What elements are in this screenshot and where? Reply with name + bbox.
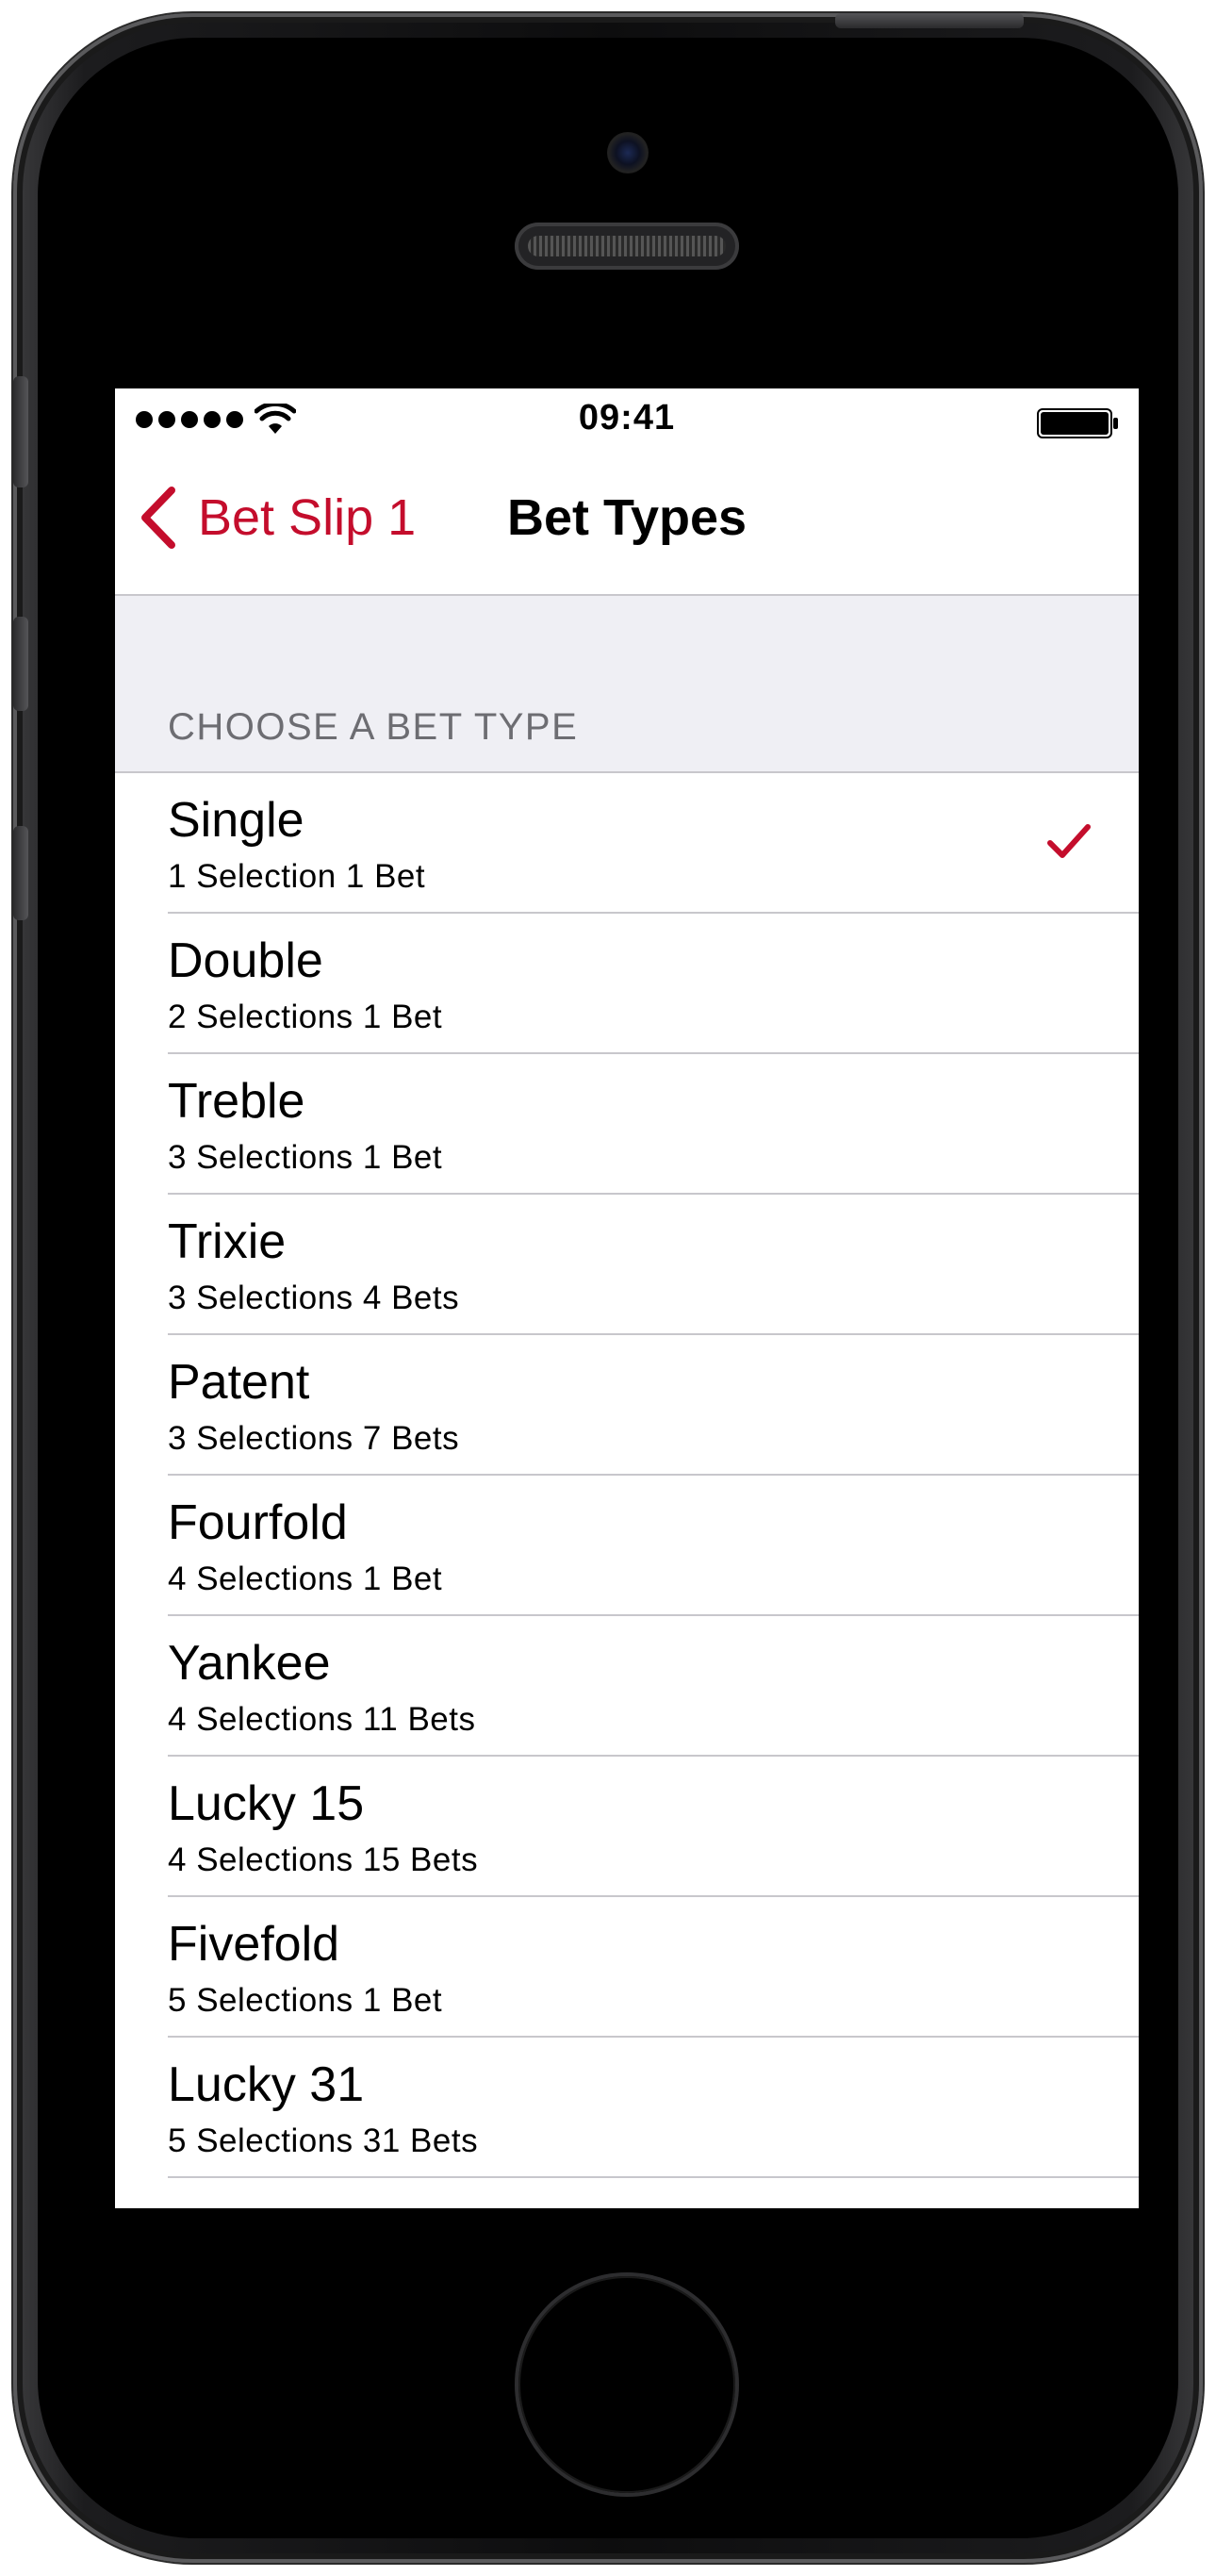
bet-type-name: Patent xyxy=(168,1355,310,1410)
volume-up-button xyxy=(13,617,28,711)
bet-type-name: Lucky 31 xyxy=(168,2057,365,2112)
power-button xyxy=(835,13,1024,28)
bet-type-description: 3 Selections 1 Bet xyxy=(168,1139,443,1176)
bet-type-list: Single 1 Selection 1 Bet Double 2 Select… xyxy=(115,773,1139,2178)
bet-type-name: Lucky 15 xyxy=(168,1776,365,1831)
bet-type-row-single[interactable]: Single 1 Selection 1 Bet xyxy=(115,773,1139,914)
front-camera xyxy=(607,132,649,173)
earpiece-speaker xyxy=(515,223,739,270)
bet-type-name: Trixie xyxy=(168,1214,287,1269)
bet-type-row-yankee[interactable]: Yankee 4 Selections 11 Bets xyxy=(115,1616,1139,1757)
bet-type-name: Single xyxy=(168,793,304,848)
bet-type-description: 3 Selections 4 Bets xyxy=(168,1280,460,1316)
phone-device: 09:41 Bet Slip 1 Bet Types CHOOSE A BET … xyxy=(13,13,1203,2563)
bet-type-description: 3 Selections 7 Bets xyxy=(168,1420,460,1457)
checkmark-icon xyxy=(1047,824,1091,858)
bet-type-description: 4 Selections 11 Bets xyxy=(168,1701,476,1738)
bet-type-row-fourfold[interactable]: Fourfold 4 Selections 1 Bet xyxy=(115,1476,1139,1616)
navigation-bar: Bet Slip 1 Bet Types xyxy=(115,454,1139,596)
bet-type-description: 4 Selections 15 Bets xyxy=(168,1841,479,1878)
bet-type-row-double[interactable]: Double 2 Selections 1 Bet xyxy=(115,914,1139,1054)
bet-type-row-lucky-31[interactable]: Lucky 31 5 Selections 31 Bets xyxy=(115,2038,1139,2178)
bet-type-name: Yankee xyxy=(168,1636,331,1691)
home-button[interactable] xyxy=(518,2276,735,2493)
volume-down-button xyxy=(13,826,28,920)
battery-icon xyxy=(1037,408,1118,438)
bet-type-name: Treble xyxy=(168,1074,305,1129)
bet-type-name: Fivefold xyxy=(168,1917,340,1972)
bet-type-name: Fourfold xyxy=(168,1495,348,1550)
bet-type-description: 4 Selections 1 Bet xyxy=(168,1560,443,1597)
mute-switch xyxy=(13,376,28,487)
page-title: Bet Types xyxy=(506,489,748,546)
section-header-label: CHOOSE A BET TYPE xyxy=(168,706,579,748)
section-header: CHOOSE A BET TYPE xyxy=(115,596,1139,773)
bet-type-description: 1 Selection 1 Bet xyxy=(168,858,426,895)
bet-type-row-patent[interactable]: Patent 3 Selections 7 Bets xyxy=(115,1335,1139,1476)
bet-type-description: 5 Selections 31 Bets xyxy=(168,2122,479,2159)
bet-type-description: 2 Selections 1 Bet xyxy=(168,999,443,1035)
status-time: 09:41 xyxy=(578,398,676,438)
bet-type-row-fivefold[interactable]: Fivefold 5 Selections 1 Bet xyxy=(115,1897,1139,2038)
status-bar: 09:41 xyxy=(115,388,1139,454)
bet-type-row-treble[interactable]: Treble 3 Selections 1 Bet xyxy=(115,1054,1139,1195)
bet-type-row-trixie[interactable]: Trixie 3 Selections 4 Bets xyxy=(115,1195,1139,1335)
bet-type-row-lucky-15[interactable]: Lucky 15 4 Selections 15 Bets xyxy=(115,1757,1139,1897)
bet-type-description: 5 Selections 1 Bet xyxy=(168,1982,443,2019)
screen: 09:41 Bet Slip 1 Bet Types CHOOSE A BET … xyxy=(115,388,1139,2208)
bet-type-name: Double xyxy=(168,933,323,988)
